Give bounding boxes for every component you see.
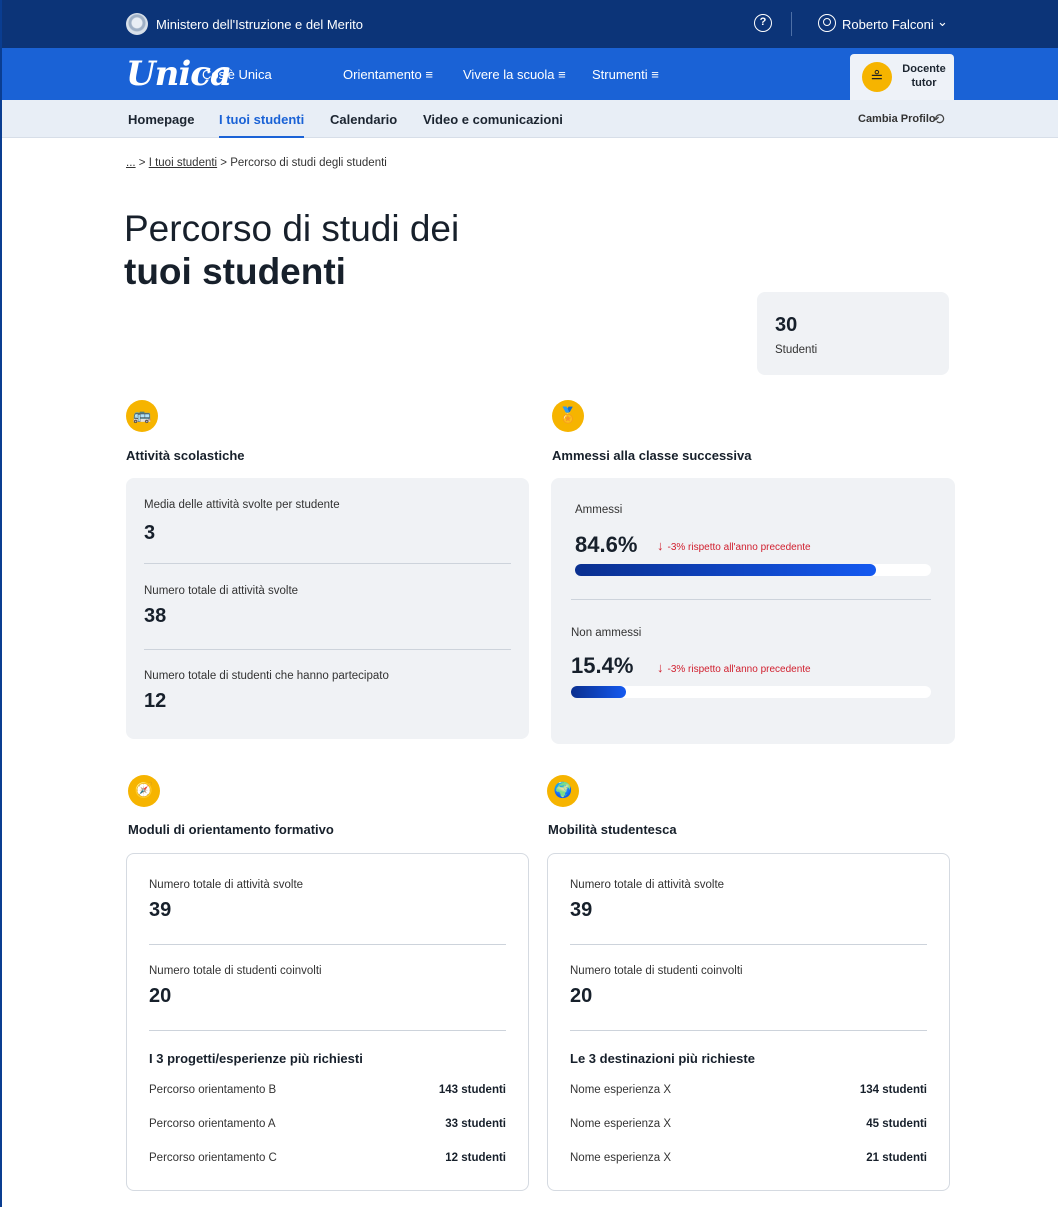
- breadcrumb-sep: >: [217, 157, 231, 169]
- ammessi-label: Ammessi: [575, 504, 623, 516]
- page-title-bold: tuoi studenti: [124, 251, 346, 292]
- list-item-name: Percorso orientamento C: [149, 1152, 277, 1164]
- list-item-value: 12 studenti: [445, 1152, 506, 1164]
- chevron-down-icon[interactable]: ⌄: [937, 14, 948, 30]
- mobilita-list-title: Le 3 destinazioni più richieste: [570, 1051, 755, 1066]
- non-ammessi-label: Non ammessi: [571, 627, 642, 639]
- metric-label: Numero totale di attività svolte: [144, 585, 299, 597]
- divider: [570, 1030, 927, 1031]
- republic-emblem-icon: [126, 13, 148, 35]
- metric-value: 38: [144, 605, 167, 627]
- list-item-value: 21 studenti: [866, 1152, 927, 1164]
- arrow-down-icon: ↓: [657, 538, 664, 553]
- ministry-bar: Ministero dell'Istruzione e del Merito ?…: [2, 0, 1058, 48]
- cambia-profilo-link[interactable]: Cambia Profilo: [858, 113, 936, 125]
- tab-video-comunicazioni[interactable]: Video e comunicazioni: [423, 112, 563, 127]
- breadcrumb-current: Percorso di studi degli studenti: [230, 157, 387, 169]
- non-ammessi-progress-fill: [571, 686, 627, 698]
- ammessi-percent: 84.6%: [575, 532, 638, 557]
- profile-role: Docente: [902, 63, 946, 75]
- attivita-title: Attività scolastiche: [126, 448, 245, 463]
- moduli-list-title: I 3 progetti/esperienze più richiesti: [149, 1051, 363, 1066]
- ammessi-trend: ↓ -3% rispetto all'anno precedente: [657, 538, 811, 553]
- list-item-value: 143 studenti: [438, 1084, 506, 1096]
- ministry-name[interactable]: Ministero dell'Istruzione e del Merito: [156, 17, 363, 32]
- globe-icon: 🌍: [547, 775, 579, 807]
- list-item-value: 134 studenti: [859, 1084, 927, 1096]
- divider: [149, 1030, 506, 1031]
- list-item-value: 33 studenti: [445, 1118, 506, 1130]
- breadcrumb-i-tuoi-studenti[interactable]: I tuoi studenti: [149, 157, 217, 169]
- metric-value: 3: [144, 522, 156, 544]
- breadcrumb-sep: >: [135, 157, 149, 169]
- students-count: 30: [775, 314, 798, 336]
- mobilita-title: Mobilità studentesca: [548, 822, 677, 837]
- metric-label: Numero totale di studenti coinvolti: [570, 965, 743, 977]
- moduli-title: Moduli di orientamento formativo: [128, 822, 334, 837]
- metric-label: Numero totale di studenti coinvolti: [149, 965, 322, 977]
- tab-i-tuoi-studenti[interactable]: I tuoi studenti: [219, 112, 305, 138]
- metric-value: 39: [149, 899, 172, 921]
- bus-icon: 🚌: [126, 400, 158, 432]
- topbar-separator: [791, 12, 792, 36]
- breadcrumb-ellipsis[interactable]: ...: [126, 157, 136, 169]
- list-item-name: Nome esperienza X: [570, 1118, 671, 1130]
- compass-icon: 🧭: [128, 775, 160, 807]
- user-menu[interactable]: Roberto Falconi: [842, 17, 934, 32]
- metric-value: 12: [144, 690, 167, 712]
- ammessi-progress-fill: [575, 564, 877, 576]
- tab-homepage[interactable]: Homepage: [128, 112, 194, 127]
- profile-switcher[interactable]: Docente tutor: [850, 54, 954, 100]
- metric-value: 20: [149, 985, 172, 1007]
- nav-orientamento[interactable]: Orientamento ≡: [343, 67, 433, 82]
- list-item-name: Nome esperienza X: [570, 1152, 671, 1164]
- ammessi-progress-bar: [575, 564, 931, 576]
- switch-profile-icon[interactable]: ⟲: [932, 110, 945, 128]
- tab-calendario[interactable]: Calendario: [330, 112, 397, 127]
- divider: [571, 599, 931, 600]
- breadcrumb: ... > I tuoi studenti > Percorso di stud…: [126, 157, 387, 169]
- mobilita-card: Numero totale di attività svolte 39 Nume…: [547, 853, 950, 1191]
- non-ammessi-trend: ↓ -3% rispetto all'anno precedente: [657, 660, 811, 675]
- page-title: Percorso di studi dei: [124, 208, 460, 249]
- non-ammessi-percent: 15.4%: [571, 653, 634, 678]
- metric-label: Numero totale di attività svolte: [570, 879, 725, 891]
- ammessi-card: Ammessi 84.6% ↓ -3% rispetto all'anno pre…: [551, 478, 955, 744]
- non-ammessi-progress-bar: [571, 686, 931, 698]
- divider: [149, 944, 506, 945]
- podium-icon: 🏅: [552, 400, 584, 432]
- tutor-avatar-icon: [862, 62, 892, 92]
- divider: [144, 649, 511, 650]
- nav-strumenti[interactable]: Strumenti ≡: [592, 67, 659, 82]
- trend-text: -3% rispetto all'anno precedente: [667, 664, 811, 675]
- metric-label: Numero totale di attività svolte: [149, 879, 304, 891]
- nav-vivere-la-scuola[interactable]: Vivere la scuola ≡: [463, 67, 566, 82]
- metric-value: 20: [570, 985, 593, 1007]
- sub-navigation: Homepage I tuoi studenti Calendario Vide…: [2, 100, 1058, 138]
- students-count-card: 30 Studenti: [757, 292, 949, 375]
- metric-label: Media delle attività svolte per studente: [144, 499, 340, 511]
- user-icon[interactable]: [818, 14, 836, 32]
- profile-label: Docente tutor: [898, 62, 950, 90]
- main-navigation: Unica Cos'è Unica Orientamento ≡ Vivere …: [2, 48, 1058, 100]
- attivita-card: Media delle attività svolte per studente…: [126, 478, 529, 739]
- moduli-card: Numero totale di attività svolte 39 Nume…: [126, 853, 529, 1191]
- metric-label: Numero totale di studenti che hanno part…: [144, 670, 389, 682]
- help-icon[interactable]: ?: [754, 14, 772, 32]
- divider: [570, 944, 927, 945]
- metric-value: 39: [570, 899, 593, 921]
- students-label: Studenti: [775, 344, 818, 356]
- list-item-value: 45 studenti: [866, 1118, 927, 1130]
- list-item-name: Percorso orientamento B: [149, 1084, 277, 1096]
- list-item-name: Percorso orientamento A: [149, 1118, 276, 1130]
- nav-cos-e-unica[interactable]: Cos'è Unica: [202, 67, 272, 82]
- divider: [144, 563, 511, 564]
- arrow-down-icon: ↓: [657, 660, 664, 675]
- ammessi-title: Ammessi alla classe successiva: [552, 448, 752, 463]
- profile-subrole: tutor: [911, 77, 937, 89]
- list-item-name: Nome esperienza X: [570, 1084, 671, 1096]
- trend-text: -3% rispetto all'anno precedente: [667, 542, 811, 553]
